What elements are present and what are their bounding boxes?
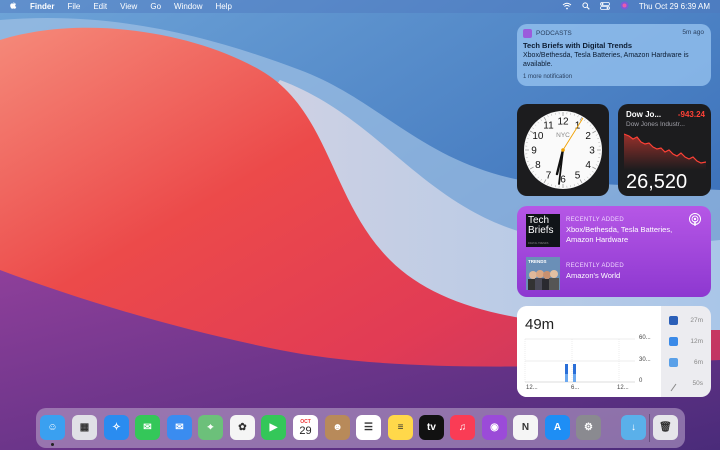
app-time: 50s xyxy=(692,380,703,387)
y-axis-label: 30... xyxy=(639,357,651,363)
x-axis-label: 12... xyxy=(526,385,538,391)
music-icon[interactable]: ♫ xyxy=(450,415,475,440)
more-notifications-link[interactable]: 1 more notification xyxy=(523,74,572,80)
artwork-title: Tech Briefs xyxy=(528,215,554,236)
usage-bar xyxy=(565,374,568,382)
clock-numeral: 6 xyxy=(560,175,566,186)
notification-app-name: PODCASTS xyxy=(536,30,572,37)
dock-separator xyxy=(649,414,650,442)
wifi-icon[interactable] xyxy=(562,2,572,12)
usage-bar xyxy=(573,374,576,382)
app-time: 6m xyxy=(693,359,703,366)
y-axis-label: 0 xyxy=(639,378,643,384)
podcasts-app-icon xyxy=(523,29,532,38)
hosts-photo xyxy=(528,270,559,290)
calendar-day: 29 xyxy=(299,424,312,437)
dock: ☺ ▦ ✧ ✉ ✉ ⌖ ✿ ▶ OCT 29 ☻ ☰ ≡ tv ♫ ◉ N A ⚙ ↓ 🗑 xyxy=(36,408,685,448)
x-axis-label: 12... xyxy=(617,385,629,391)
contacts-icon[interactable]: ☻ xyxy=(325,415,350,440)
recently-added-label: RECENTLY ADDED xyxy=(566,263,624,269)
clock-city: NYC xyxy=(556,132,570,139)
clock-numeral: 4 xyxy=(585,160,591,171)
app-time: 27m xyxy=(690,317,703,324)
clock-numeral: 12 xyxy=(557,117,569,128)
clock-numeral: 9 xyxy=(531,146,537,157)
podcasts-widget[interactable]: Tech Briefs DIGITAL TRENDS RECENTLY ADDE… xyxy=(517,206,711,297)
x-axis-label: 6... xyxy=(571,385,580,391)
stock-symbol: Dow Jo... xyxy=(626,110,662,119)
preview-icon xyxy=(669,358,678,367)
episode-title[interactable]: Xbox/Bethesda, Tesla Batteries, Amazon H… xyxy=(566,225,676,245)
stock-change: -943.24 xyxy=(677,110,705,119)
menu-file[interactable]: File xyxy=(67,2,80,11)
finder-icon xyxy=(669,337,678,346)
screen-time-chart-area: 49m 60... 30... 0 12... 6... 12... xyxy=(517,306,661,397)
notification-title: Tech Briefs with Digital Trends xyxy=(523,41,633,50)
clock-numeral: 5 xyxy=(575,171,581,182)
podcasts-icon[interactable]: ◉ xyxy=(482,415,507,440)
pen-icon xyxy=(669,379,678,392)
notes-icon[interactable]: ≡ xyxy=(388,415,413,440)
apple-menu-icon[interactable] xyxy=(9,1,17,12)
safari-icon[interactable]: ✧ xyxy=(104,415,129,440)
word-icon xyxy=(669,316,678,325)
stock-name: Dow Jones Industr... xyxy=(626,121,685,128)
facetime-icon[interactable]: ▶ xyxy=(261,415,286,440)
menu-window[interactable]: Window xyxy=(174,2,202,11)
news-icon[interactable]: N xyxy=(513,415,538,440)
screen-time-widget[interactable]: 49m 60... 30... 0 12... 6... 12... 27m 1… xyxy=(517,306,711,397)
clock-numeral: 7 xyxy=(546,171,552,182)
photos-icon[interactable]: ✿ xyxy=(230,415,255,440)
downloads-folder-icon[interactable]: ↓ xyxy=(621,415,646,440)
clock-numeral: 3 xyxy=(589,146,595,157)
stock-value: 26,520 xyxy=(626,171,688,193)
siri-icon[interactable] xyxy=(620,1,629,12)
menubar-clock[interactable]: Thu Oct 29 6:39 AM xyxy=(639,2,710,11)
launchpad-icon[interactable]: ▦ xyxy=(72,415,97,440)
running-indicator xyxy=(51,443,54,446)
messages-icon[interactable]: ✉ xyxy=(135,415,160,440)
recently-added-label: RECENTLY ADDED xyxy=(566,217,624,223)
menu-help[interactable]: Help xyxy=(215,2,231,11)
clock-numeral: 11 xyxy=(543,120,554,131)
clock-numeral: 10 xyxy=(532,131,544,142)
clock-face: 12 1234567891011 NYC xyxy=(524,111,602,189)
tv-icon[interactable]: tv xyxy=(419,415,444,440)
trash-icon[interactable]: 🗑 xyxy=(653,415,678,440)
menu-app-name[interactable]: Finder xyxy=(30,2,54,11)
control-center-icon[interactable] xyxy=(599,1,610,12)
spotlight-search-icon[interactable] xyxy=(582,1,590,12)
clock-numeral: 8 xyxy=(535,160,541,171)
mail-icon[interactable]: ✉ xyxy=(167,415,192,440)
menu-view[interactable]: View xyxy=(120,2,137,11)
app-time: 12m xyxy=(690,338,703,345)
menu-bar: Finder File Edit View Go Window Help Thu… xyxy=(0,0,720,13)
trends-artwork[interactable]: TRENDS xyxy=(526,257,560,290)
notification-time: 5m ago xyxy=(682,29,704,36)
reminders-icon[interactable]: ☰ xyxy=(356,415,381,440)
stock-sparkline xyxy=(624,133,706,170)
notification-body: Xbox/Bethesda, Tesla Batteries, Amazon H… xyxy=(523,52,689,68)
menu-edit[interactable]: Edit xyxy=(93,2,107,11)
notification-header: PODCASTS xyxy=(523,29,572,38)
artwork-subtitle: DIGITAL TRENDS xyxy=(528,242,549,245)
menu-go[interactable]: Go xyxy=(150,2,161,11)
clock-widget[interactable]: 12 1 2 3 4 5 6 7 8 9 10 11 NYC xyxy=(517,104,609,196)
podcasts-icon xyxy=(689,213,701,226)
system-preferences-icon[interactable]: ⚙ xyxy=(576,415,601,440)
tech-briefs-artwork[interactable]: Tech Briefs DIGITAL TRENDS xyxy=(526,214,560,247)
maps-icon[interactable]: ⌖ xyxy=(198,415,223,440)
episode-title[interactable]: Amazon's World xyxy=(566,271,676,281)
clock-numeral: 2 xyxy=(585,131,591,142)
calendar-icon[interactable]: OCT 29 xyxy=(293,415,318,440)
app-store-icon[interactable]: A xyxy=(545,415,570,440)
podcast-notification[interactable]: PODCASTS 5m ago Tech Briefs with Digital… xyxy=(517,24,711,86)
stocks-widget[interactable]: Dow Jo... -943.24 Dow Jones Industr... 2… xyxy=(618,104,711,196)
finder-icon[interactable]: ☺ xyxy=(40,415,65,440)
y-axis-label: 60... xyxy=(639,335,651,341)
